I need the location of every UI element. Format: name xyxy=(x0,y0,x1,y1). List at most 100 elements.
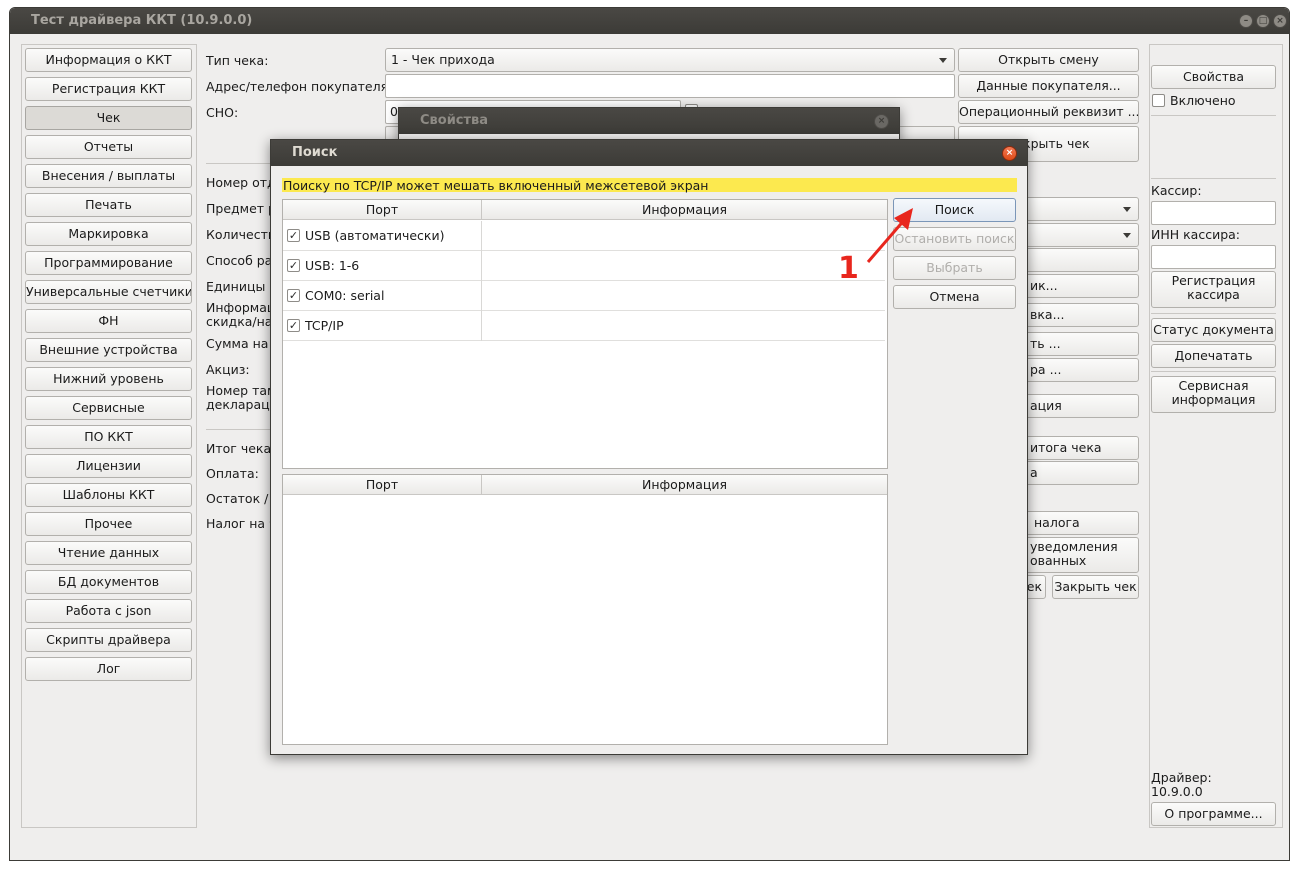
cashier-inn-label: ИНН кассира: xyxy=(1151,227,1241,242)
units-label: Единицы и xyxy=(206,279,278,294)
customs-label-line1: Номер там xyxy=(206,383,277,398)
tax-sum-button[interactable]: ть ... xyxy=(1010,332,1139,356)
port-checkbox[interactable]: ✓ xyxy=(287,259,300,272)
col-port-header[interactable]: Порт xyxy=(283,475,482,495)
tax-sum-label: Сумма на xyxy=(206,336,269,351)
open-shift-button[interactable]: Открыть смену xyxy=(958,48,1139,72)
cashier-inn-input[interactable] xyxy=(1151,245,1276,269)
cashier-input[interactable] xyxy=(1151,201,1276,225)
buyer-address-label: Адрес/телефон покупателя: xyxy=(206,79,393,94)
arrow-shaft xyxy=(866,217,908,263)
tax-button[interactable]: налога xyxy=(1010,511,1139,535)
sidebar-item[interactable]: Маркировка xyxy=(25,222,192,246)
properties-close-button[interactable]: × xyxy=(874,114,889,129)
registration-button[interactable]: ация xyxy=(1010,394,1139,418)
col-port-header[interactable]: Порт xyxy=(283,200,482,220)
close-icon: × xyxy=(1005,148,1014,158)
sidebar-item[interactable]: Чтение данных xyxy=(25,541,192,565)
port-checkbox[interactable]: ✓ xyxy=(287,319,300,332)
sidebar-item[interactable]: Нижний уровень xyxy=(25,367,192,391)
divider xyxy=(1151,371,1276,372)
sidebar-item[interactable]: Скрипты драйвера xyxy=(25,628,192,652)
annotation-number: 1 xyxy=(838,251,859,286)
excise-button[interactable]: ра ... xyxy=(1010,358,1139,382)
total-label: Итог чека, xyxy=(206,441,276,456)
port-label: USB: 1-6 xyxy=(305,258,360,273)
port-label: TCP/IP xyxy=(305,318,344,333)
sidebar-item[interactable]: Информация о ККТ xyxy=(25,48,192,72)
sidebar-item[interactable]: Внесения / выплаты xyxy=(25,164,192,188)
register-cashier-button[interactable]: Регистрация кассира xyxy=(1151,271,1276,308)
cashier-label: Кассир: xyxy=(1151,183,1202,198)
window-title: Тест драйвера ККТ (10.9.0.0) xyxy=(10,8,1289,34)
tax-on-label: Налог на ч xyxy=(206,516,277,531)
buyer-data-button[interactable]: Данные покупателя... xyxy=(958,74,1139,98)
chevron-down-icon xyxy=(1123,233,1131,238)
right-panel xyxy=(1149,44,1283,828)
sidebar-item[interactable]: Прочее xyxy=(25,512,192,536)
discount-button[interactable]: вка... xyxy=(1010,303,1139,327)
sidebar-item[interactable]: Лицензии xyxy=(25,454,192,478)
receipt-total-button[interactable]: итога чека xyxy=(1010,436,1139,460)
notification-button[interactable]: уведомленияованных товаров xyxy=(1010,537,1139,573)
sidebar-item[interactable]: Лог xyxy=(25,657,192,681)
sno-label: СНО: xyxy=(206,105,239,120)
about-button[interactable]: О программе... xyxy=(1151,802,1276,826)
sidebar-item[interactable]: Сервисные xyxy=(25,396,192,420)
receipt-type-label: Тип чека: xyxy=(206,53,269,68)
enabled-checkbox[interactable] xyxy=(1152,94,1165,107)
divider xyxy=(1151,313,1276,314)
sidebar-item[interactable]: БД документов xyxy=(25,570,192,594)
sidebar-item[interactable]: Шаблоны ККТ xyxy=(25,483,192,507)
doc-status-button[interactable]: Статус документа xyxy=(1151,318,1276,342)
port-info-cell xyxy=(482,281,885,311)
port-label: COM0: serial xyxy=(305,288,385,303)
col-info-header[interactable]: Информация xyxy=(482,200,887,220)
results-table: Порт Информация xyxy=(282,474,888,745)
close-receipt-button[interactable]: Закрыть чек xyxy=(1052,575,1139,599)
customs-label-line2: декларац xyxy=(206,397,270,412)
minimize-button[interactable]: – xyxy=(1239,14,1253,28)
operational-requisite-button[interactable]: Операционный реквизит ... xyxy=(958,100,1139,124)
enabled-label: Включено xyxy=(1170,93,1236,108)
info-label-line2: скидка/на xyxy=(206,314,273,329)
subject-select[interactable] xyxy=(1010,197,1139,221)
port-row[interactable]: ✓ USB: 1-6 xyxy=(283,251,885,281)
port-row[interactable]: ✓ COM0: serial xyxy=(283,281,885,311)
buyer-address-input[interactable] xyxy=(385,74,955,98)
port-row[interactable]: ✓ USB (автоматически) xyxy=(283,221,885,251)
sidebar-item[interactable]: Универсальные счетчики xyxy=(25,280,192,304)
sidebar-item[interactable]: Печать xyxy=(25,193,192,217)
notification-line2: ованных товаров xyxy=(1030,553,1087,573)
method-select[interactable] xyxy=(1010,223,1139,247)
sidebar-item[interactable]: Отчеты xyxy=(25,135,192,159)
port-info-cell xyxy=(482,311,885,341)
search-close-button[interactable]: × xyxy=(1002,146,1017,161)
properties-button[interactable]: Свойства xyxy=(1151,65,1276,89)
port-row[interactable]: ✓ TCP/IP xyxy=(283,311,885,341)
customs-label: Номер там декларац xyxy=(206,384,276,412)
reprint-button[interactable]: Допечатать xyxy=(1151,344,1276,368)
col-info-header[interactable]: Информация xyxy=(482,475,887,495)
sidebar-item[interactable]: Внешние устройства xyxy=(25,338,192,362)
maximize-button[interactable]: □ xyxy=(1256,14,1270,28)
payment-button[interactable]: а xyxy=(1010,461,1139,485)
port-info-cell xyxy=(482,251,885,281)
close-icon: × xyxy=(877,116,886,126)
info-button[interactable]: ик... xyxy=(1010,274,1139,298)
sidebar-item[interactable]: ФН xyxy=(25,309,192,333)
sidebar-item[interactable]: Регистрация ККТ xyxy=(25,77,192,101)
port-checkbox[interactable]: ✓ xyxy=(287,289,300,302)
receipt-type-select[interactable]: 1 - Чек прихода xyxy=(385,48,955,72)
sidebar-item[interactable]: Чек xyxy=(25,106,192,130)
sidebar-item[interactable]: ПО ККТ xyxy=(25,425,192,449)
sidebar-item[interactable]: Работа с json xyxy=(25,599,192,623)
close-button[interactable]: × xyxy=(1273,14,1287,28)
qty-label: Количеств xyxy=(206,227,276,242)
close-icon: × xyxy=(1276,16,1284,26)
sidebar-item[interactable]: Программирование xyxy=(25,251,192,275)
service-info-button[interactable]: Сервисная информация xyxy=(1151,376,1276,413)
port-checkbox[interactable]: ✓ xyxy=(287,229,300,242)
units-button[interactable] xyxy=(1010,248,1139,272)
divider xyxy=(1151,178,1276,179)
